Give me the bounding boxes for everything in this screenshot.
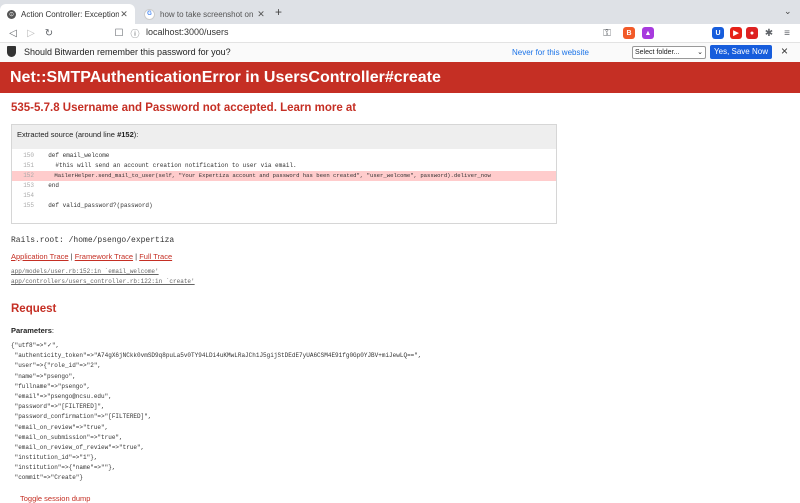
never-for-this-website-link[interactable]: Never for this website <box>512 48 589 57</box>
line-number: 154 <box>23 192 34 199</box>
line-number: 151 <box>23 162 34 169</box>
parameters-dump: {"utf8"=>"✓", "authenticity_token"=>"A74… <box>11 341 571 484</box>
line-number: 153 <box>23 182 34 189</box>
tab-search-icon[interactable]: ⌄ <box>784 6 792 17</box>
close-tab-icon[interactable]: ✕ <box>256 9 266 20</box>
line-number: 152 <box>23 172 34 179</box>
new-tab-button[interactable]: + <box>275 5 282 19</box>
brave-shield-icon[interactable]: B <box>623 27 635 39</box>
chevron-down-icon: ⌄ <box>697 49 703 56</box>
trace-line[interactable]: app/models/user.rb:152:in `email_welcome… <box>11 268 159 275</box>
source-header-line: #152 <box>117 130 134 139</box>
param-line: "user"=>{"role_id"=>"2", <box>11 362 102 370</box>
tab-title: how to take screenshot on mac - G <box>160 9 256 19</box>
toggle-session-dump-link[interactable]: Toggle session dump <box>20 494 90 503</box>
line-number: 150 <box>23 152 34 159</box>
param-line: "institution"=>{"name"=>""}, <box>11 464 116 472</box>
folder-select-value: Select folder... <box>635 49 680 56</box>
trace-separator: | <box>135 252 138 261</box>
close-tab-icon[interactable]: ✕ <box>119 9 129 20</box>
close-bitwarden-icon[interactable]: × <box>781 44 788 58</box>
parameters-label-text: Parameters <box>11 326 52 335</box>
source-line: 150 def email_welcome <box>12 151 556 161</box>
param-line: "email"=>"psengo@ncsu.edu", <box>11 392 112 400</box>
menu-icon[interactable]: ≡ <box>780 26 794 40</box>
param-line: "email_on_review_of_review"=>"true", <box>11 443 145 451</box>
source-header-prefix: Extracted source (around line <box>17 130 118 139</box>
tab-google-search[interactable]: G how to take screenshot on mac - G ✕ <box>137 4 272 24</box>
trace-line[interactable]: app/controllers/users_controller.rb:122:… <box>11 278 195 285</box>
brave-rewards-icon[interactable]: ▲ <box>642 27 654 39</box>
application-trace-link[interactable]: Application Trace <box>11 252 69 261</box>
source-header: Extracted source (around line #152): <box>17 130 138 139</box>
trace-separator: | <box>70 252 73 261</box>
param-line: "password"=>"[FILTERED]", <box>11 403 105 411</box>
tab-strip: ⊙ Action Controller: Exception ca ✕ G ho… <box>0 0 800 24</box>
line-code: #this will send an account creation noti… <box>41 162 297 169</box>
google-icon: G <box>144 8 155 20</box>
youtube-ext-icon[interactable]: ▶ <box>730 27 742 39</box>
parameters-colon: : <box>51 326 54 335</box>
save-now-button[interactable]: Yes, Save Now <box>710 45 772 59</box>
error-message: 535-5.7.8 Username and Password not acce… <box>11 102 357 114</box>
trace-links: Application Trace | Framework Trace | Fu… <box>11 252 172 261</box>
source-line: 155 def valid_password?(password) <box>12 201 556 211</box>
param-line: "name"=>"psengo", <box>11 372 76 380</box>
param-line: {"utf8"=>"✓", <box>11 342 60 349</box>
browser-toolbar: ◁ ▷ ↻ ☐ ⓘ localhost:3000/users ⚿ B ▲ U ▶… <box>0 24 800 43</box>
line-code: MailerHelper.send_mail_to_user(self, "Yo… <box>41 172 491 179</box>
bitwarden-prompt: Should Bitwarden remember this password … <box>24 47 231 57</box>
rails-root: Rails.root: /home/psengo/expertiza <box>11 236 175 245</box>
bitwarden-ext-icon[interactable]: U <box>712 27 724 39</box>
bookmark-icon[interactable]: ☐ <box>112 26 126 40</box>
bitwarden-notification-bar: Should Bitwarden remember this password … <box>0 43 800 63</box>
bitwarden-shield-icon <box>7 46 16 57</box>
source-line-highlighted: 152 MailerHelper.send_mail_to_user(self,… <box>12 171 556 181</box>
param-line: "email_on_review"=>"true", <box>11 423 109 431</box>
line-code: def valid_password?(password) <box>41 202 153 209</box>
error-header: Net::SMTPAuthenticationError in UsersCon… <box>0 62 800 93</box>
key-icon[interactable]: ⚿ <box>600 26 614 40</box>
param-line: "email_on_submission"=>"true", <box>11 433 123 441</box>
source-line: 153 end <box>12 181 556 191</box>
param-line: "authenticity_token"=>"A74gX6jNCkk0vmSD9… <box>11 352 422 360</box>
param-line: "institution_id"=>"1"}, <box>11 454 98 462</box>
line-code: end <box>41 182 60 189</box>
line-code: def email_welcome <box>41 152 110 159</box>
address-bar[interactable]: localhost:3000/users <box>146 27 566 37</box>
parameters-label: Parameters: <box>11 326 54 335</box>
tab-action-controller[interactable]: ⊙ Action Controller: Exception ca ✕ <box>0 4 135 24</box>
reload-icon[interactable]: ↻ <box>42 26 56 40</box>
forward-arrow-icon[interactable]: ▷ <box>24 26 38 40</box>
param-line: "commit"=>"Create"} <box>11 474 84 482</box>
line-number: 155 <box>23 202 34 209</box>
folder-select[interactable]: Select folder... ⌄ <box>632 46 706 59</box>
back-arrow-icon[interactable]: ◁ <box>6 26 20 40</box>
adblock-ext-icon[interactable]: ● <box>746 27 758 39</box>
source-code: 150 def email_welcome 151 #this will sen… <box>12 149 556 223</box>
param-line: "fullname"=>"psengo", <box>11 382 91 390</box>
source-line: 151 #this will send an account creation … <box>12 161 556 171</box>
request-heading: Request <box>11 303 57 315</box>
source-line: 154 <box>12 191 556 201</box>
info-icon: ⓘ <box>130 28 140 39</box>
full-trace-link[interactable]: Full Trace <box>139 252 172 261</box>
tab-title: Action Controller: Exception ca <box>21 9 119 19</box>
error-title: Net::SMTPAuthenticationError in UsersCon… <box>10 69 441 86</box>
source-box: Extracted source (around line #152): 150… <box>11 124 557 224</box>
globe-icon: ⊙ <box>7 9 16 19</box>
extensions-icon[interactable]: ✱ <box>762 26 776 40</box>
framework-trace-link[interactable]: Framework Trace <box>75 252 133 261</box>
param-line: "password_confirmation"=>"[FILTERED]", <box>11 413 152 421</box>
source-header-suffix: ): <box>133 130 139 139</box>
